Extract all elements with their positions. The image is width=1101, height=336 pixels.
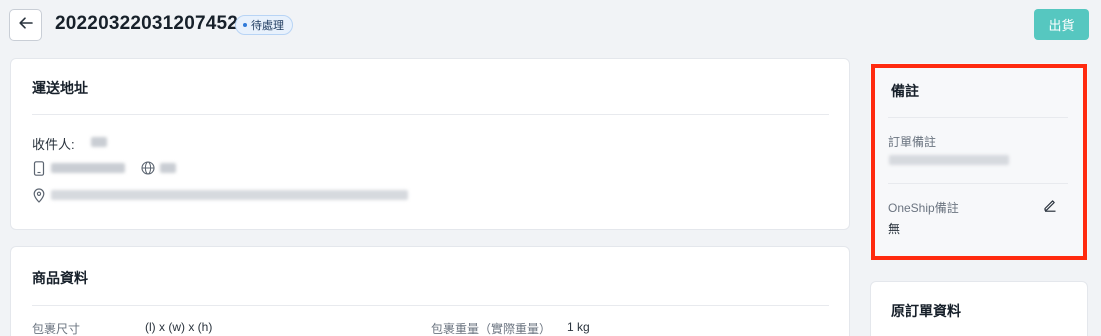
phone-number-redacted — [51, 163, 125, 173]
divider — [888, 117, 1068, 118]
recipient-label: 收件人: — [32, 137, 75, 152]
divider — [32, 114, 829, 115]
location-pin-icon — [32, 187, 46, 203]
order-note-label: 訂單備註 — [888, 135, 937, 149]
package-weight-label: 包裹重量（實際重量） — [431, 322, 552, 336]
status-dot-icon — [243, 23, 247, 27]
status-badge: 待處理 — [235, 15, 293, 35]
original-order-title: 原訂單資料 — [891, 303, 961, 319]
notes-title: 備註 — [891, 83, 919, 99]
country-redacted — [160, 163, 176, 173]
package-weight-value: 1 kg — [567, 320, 590, 334]
package-size-label: 包裹尺寸 — [32, 322, 81, 336]
shipping-address-card: 運送地址 收件人: — [10, 58, 850, 230]
product-info-title: 商品資料 — [32, 270, 88, 286]
shipping-address-title: 運送地址 — [32, 80, 88, 96]
product-info-card: 商品資料 包裹尺寸 (l) x (w) x (h) 包裹重量（實際重量） 1 k… — [10, 246, 850, 336]
original-order-card: 原訂單資料 — [870, 281, 1088, 336]
address-redacted — [51, 190, 408, 200]
back-button[interactable] — [9, 9, 42, 41]
status-label: 待處理 — [251, 20, 284, 32]
recipient-name-redacted — [91, 137, 107, 147]
notes-card: 備註 訂單備註 OneShip備註 無 — [870, 63, 1088, 259]
oneship-note-label: OneShip備註 — [888, 201, 959, 215]
divider — [32, 305, 829, 306]
order-note-redacted — [889, 155, 1009, 165]
globe-icon — [140, 160, 155, 176]
edit-pencil-icon[interactable] — [1042, 197, 1058, 213]
arrow-left-icon — [18, 15, 34, 36]
ship-button[interactable]: 出貨 — [1034, 9, 1089, 40]
divider — [888, 183, 1068, 184]
package-size-value: (l) x (w) x (h) — [145, 320, 213, 334]
order-number: 20220322031207452 — [55, 13, 239, 34]
oneship-note-value: 無 — [888, 222, 901, 236]
phone-icon — [32, 160, 46, 176]
